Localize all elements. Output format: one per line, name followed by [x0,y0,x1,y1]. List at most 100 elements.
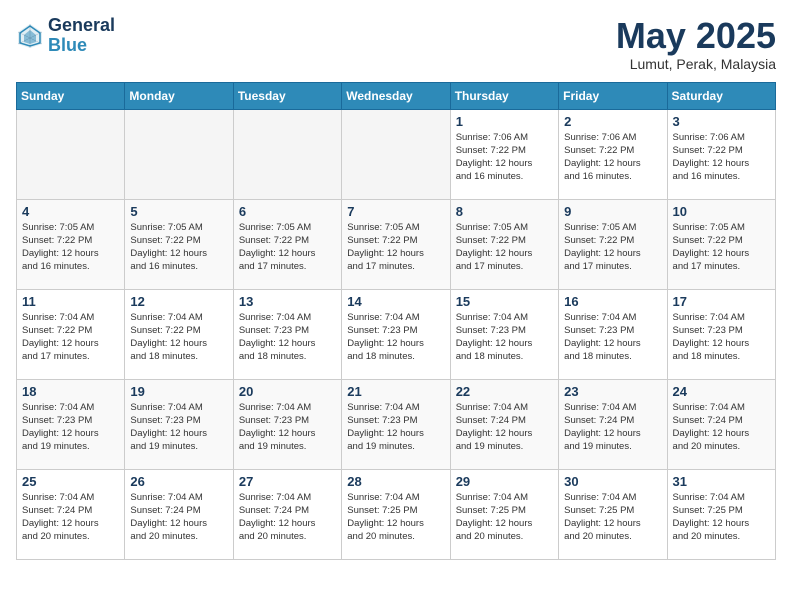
day-info: Sunrise: 7:04 AM Sunset: 7:24 PM Dayligh… [673,401,770,454]
day-number: 14 [347,294,444,309]
calendar-week-3: 11 Sunrise: 7:04 AM Sunset: 7:22 PM Dayli… [17,289,776,379]
weekday-header-saturday: Saturday [667,82,775,109]
day-number: 23 [564,384,661,399]
location: Lumut, Perak, Malaysia [616,56,776,72]
day-number: 21 [347,384,444,399]
calendar-cell: 13Sunrise: 7:04 AM Sunset: 7:23 PM Dayli… [233,289,341,379]
weekday-header-thursday: Thursday [450,82,558,109]
day-info: Sunrise: 7:04 AM Sunset: 7:25 PM Dayligh… [456,491,553,544]
day-number: 7 [347,204,444,219]
day-info: Sunrise: 7:05 AM Sunset: 7:22 PM Dayligh… [130,221,227,274]
calendar-cell: 14 Sunrise: 7:04 AM Sunset: 7:23 PM Dayli… [342,289,450,379]
day-number: 18 [22,384,119,399]
day-info: Sunrise: 7:04 AM Sunset: 7:23 PM Dayligh… [564,311,661,364]
day-info: Sunrise: 7:04 AM Sunset: 7:24 PM Dayligh… [239,491,336,544]
calendar-cell: 26 Sunrise: 7:04 AM Sunset: 7:24 PM Dayli… [125,469,233,559]
day-info: Sunrise: 7:04 AM Sunset: 7:22 PM Dayligh… [22,311,119,364]
title-block: May 2025 Lumut, Perak, Malaysia [616,16,776,72]
calendar-cell: 28 Sunrise: 7:04 AM Sunset: 7:25 PM Dayli… [342,469,450,559]
day-number: 24 [673,384,770,399]
calendar-cell: 8Sunrise: 7:05 AM Sunset: 7:22 PM Daylig… [450,199,558,289]
day-info: Sunrise: 7:04 AM Sunset: 7:23 PM Dayligh… [347,401,444,454]
day-info: Sunrise: 7:04 AM Sunset: 7:25 PM Dayligh… [347,491,444,544]
day-number: 12 [130,294,227,309]
calendar-cell: 7 Sunrise: 7:05 AM Sunset: 7:22 PM Daylig… [342,199,450,289]
calendar-cell: 1 Sunrise: 7:06 AM Sunset: 7:22 PM Daylig… [450,109,558,199]
day-info: Sunrise: 7:04 AM Sunset: 7:24 PM Dayligh… [130,491,227,544]
calendar-cell: 6 Sunrise: 7:05 AM Sunset: 7:22 PM Daylig… [233,199,341,289]
day-number: 29 [456,474,553,489]
weekday-header-tuesday: Tuesday [233,82,341,109]
day-info: Sunrise: 7:04 AM Sunset: 7:23 PM Dayligh… [239,401,336,454]
day-info: Sunrise: 7:04 AM Sunset: 7:25 PM Dayligh… [564,491,661,544]
day-info: Sunrise: 7:06 AM Sunset: 7:22 PM Dayligh… [564,131,661,184]
day-info: Sunrise: 7:04 AM Sunset: 7:24 PM Dayligh… [22,491,119,544]
day-number: 3 [673,114,770,129]
calendar-cell: 16 Sunrise: 7:04 AM Sunset: 7:23 PM Dayli… [559,289,667,379]
day-info: Sunrise: 7:04 AM Sunset: 7:22 PM Dayligh… [130,311,227,364]
calendar-cell: 25 Sunrise: 7:04 AM Sunset: 7:24 PM Dayli… [17,469,125,559]
calendar-week-1: 1 Sunrise: 7:06 AM Sunset: 7:22 PM Daylig… [17,109,776,199]
day-number: 25 [22,474,119,489]
day-info: Sunrise: 7:06 AM Sunset: 7:22 PM Dayligh… [673,131,770,184]
calendar-cell: 15 Sunrise: 7:04 AM Sunset: 7:23 PM Dayli… [450,289,558,379]
day-number: 16 [564,294,661,309]
day-number: 17 [673,294,770,309]
calendar-cell [342,109,450,199]
day-number: 10 [673,204,770,219]
calendar-cell: 29 Sunrise: 7:04 AM Sunset: 7:25 PM Dayli… [450,469,558,559]
calendar-cell [125,109,233,199]
calendar-cell: 20Sunrise: 7:04 AM Sunset: 7:23 PM Dayli… [233,379,341,469]
day-info: Sunrise: 7:06 AM Sunset: 7:22 PM Dayligh… [456,131,553,184]
calendar-cell: 31Sunrise: 7:04 AM Sunset: 7:25 PM Dayli… [667,469,775,559]
calendar-cell: 23 Sunrise: 7:04 AM Sunset: 7:24 PM Dayli… [559,379,667,469]
calendar-cell: 21 Sunrise: 7:04 AM Sunset: 7:23 PM Dayli… [342,379,450,469]
calendar-cell: 17Sunrise: 7:04 AM Sunset: 7:23 PM Dayli… [667,289,775,379]
calendar-cell: 12 Sunrise: 7:04 AM Sunset: 7:22 PM Dayli… [125,289,233,379]
day-number: 27 [239,474,336,489]
day-number: 1 [456,114,553,129]
calendar-cell: 30 Sunrise: 7:04 AM Sunset: 7:25 PM Dayli… [559,469,667,559]
day-number: 30 [564,474,661,489]
page-header: General Blue May 2025 Lumut, Perak, Mala… [16,16,776,72]
day-number: 31 [673,474,770,489]
day-info: Sunrise: 7:04 AM Sunset: 7:23 PM Dayligh… [456,311,553,364]
calendar-cell: 11 Sunrise: 7:04 AM Sunset: 7:22 PM Dayli… [17,289,125,379]
logo-line1: General [48,16,115,36]
day-info: Sunrise: 7:04 AM Sunset: 7:23 PM Dayligh… [130,401,227,454]
day-info: Sunrise: 7:05 AM Sunset: 7:22 PM Dayligh… [673,221,770,274]
weekday-header-friday: Friday [559,82,667,109]
day-number: 28 [347,474,444,489]
day-info: Sunrise: 7:05 AM Sunset: 7:22 PM Dayligh… [347,221,444,274]
day-number: 9 [564,204,661,219]
day-number: 8 [456,204,553,219]
day-info: Sunrise: 7:05 AM Sunset: 7:22 PM Dayligh… [22,221,119,274]
calendar-week-4: 18 Sunrise: 7:04 AM Sunset: 7:23 PM Dayli… [17,379,776,469]
calendar-table: SundayMondayTuesdayWednesdayThursdayFrid… [16,82,776,560]
day-info: Sunrise: 7:04 AM Sunset: 7:23 PM Dayligh… [347,311,444,364]
calendar-week-2: 4Sunrise: 7:05 AM Sunset: 7:22 PM Daylig… [17,199,776,289]
day-number: 19 [130,384,227,399]
month-title: May 2025 [616,16,776,56]
day-number: 11 [22,294,119,309]
day-info: Sunrise: 7:04 AM Sunset: 7:24 PM Dayligh… [564,401,661,454]
day-info: Sunrise: 7:05 AM Sunset: 7:22 PM Dayligh… [564,221,661,274]
day-number: 26 [130,474,227,489]
day-number: 22 [456,384,553,399]
day-number: 15 [456,294,553,309]
day-info: Sunrise: 7:04 AM Sunset: 7:23 PM Dayligh… [239,311,336,364]
calendar-cell: 9 Sunrise: 7:05 AM Sunset: 7:22 PM Daylig… [559,199,667,289]
logo: General Blue [16,16,115,56]
day-number: 6 [239,204,336,219]
weekday-header-monday: Monday [125,82,233,109]
calendar-cell: 5 Sunrise: 7:05 AM Sunset: 7:22 PM Daylig… [125,199,233,289]
day-info: Sunrise: 7:04 AM Sunset: 7:24 PM Dayligh… [456,401,553,454]
day-number: 5 [130,204,227,219]
day-info: Sunrise: 7:05 AM Sunset: 7:22 PM Dayligh… [239,221,336,274]
calendar-cell: 2Sunrise: 7:06 AM Sunset: 7:22 PM Daylig… [559,109,667,199]
calendar-cell: 4Sunrise: 7:05 AM Sunset: 7:22 PM Daylig… [17,199,125,289]
calendar-cell [17,109,125,199]
weekday-header-sunday: Sunday [17,82,125,109]
calendar-cell: 24 Sunrise: 7:04 AM Sunset: 7:24 PM Dayli… [667,379,775,469]
weekday-header-wednesday: Wednesday [342,82,450,109]
